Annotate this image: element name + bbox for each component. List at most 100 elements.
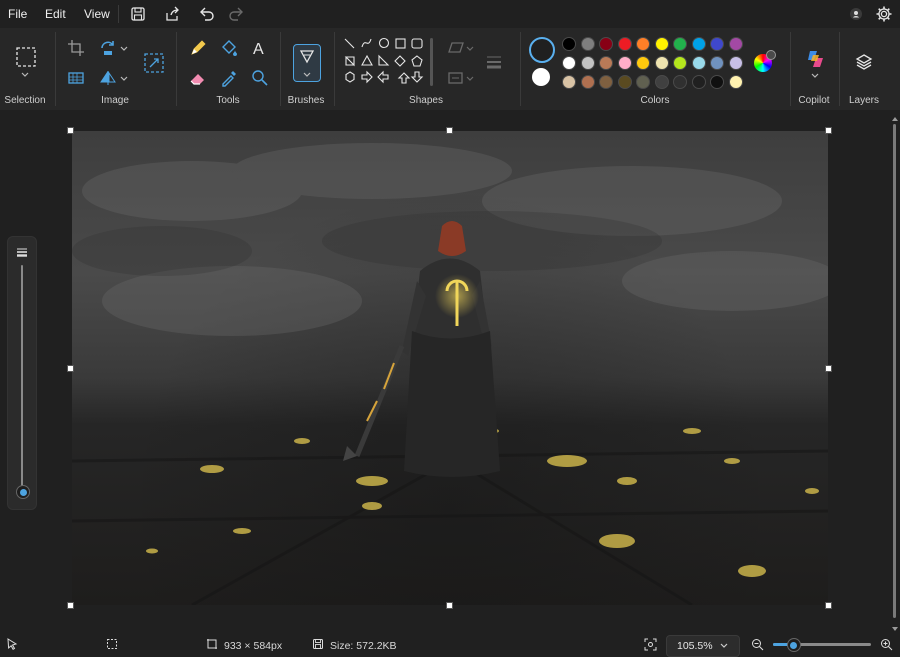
edit-colors-rainbow-icon[interactable] xyxy=(754,50,776,72)
layers-icon[interactable] xyxy=(854,52,874,72)
ribbon-divider xyxy=(55,32,56,106)
color-swatch[interactable] xyxy=(654,56,669,70)
color-swatch[interactable] xyxy=(562,37,576,51)
scroll-up-arrow-icon[interactable] xyxy=(891,112,899,121)
color-swatch[interactable] xyxy=(580,37,595,51)
undo-icon[interactable] xyxy=(196,4,216,24)
color-swatch[interactable] xyxy=(710,56,724,70)
color-swatch[interactable] xyxy=(599,56,613,70)
painting-image xyxy=(72,143,828,605)
color-swatch[interactable] xyxy=(691,56,706,70)
outline-chevron-down-icon[interactable] xyxy=(465,43,475,53)
zoom-level-dropdown[interactable]: 105.5% xyxy=(666,635,740,657)
color-swatch[interactable] xyxy=(599,37,613,51)
group-label-brushes: Brushes xyxy=(287,95,325,106)
fill-chevron-down-icon[interactable] xyxy=(465,73,475,83)
fit-to-window-icon[interactable] xyxy=(644,638,657,651)
color-swatch[interactable] xyxy=(580,56,595,70)
color-swatch[interactable] xyxy=(728,75,743,89)
color-swatch[interactable] xyxy=(654,75,669,89)
color-picker-icon[interactable] xyxy=(219,68,239,88)
brush-size-slider-panel xyxy=(7,236,37,510)
menu-edit[interactable]: Edit xyxy=(45,7,66,21)
magnifier-icon[interactable] xyxy=(250,68,270,88)
selection-size-icon xyxy=(106,638,118,650)
color-swatch[interactable] xyxy=(599,75,613,89)
primary-color-swatch[interactable] xyxy=(529,37,555,63)
color-swatch[interactable] xyxy=(673,56,687,70)
scroll-down-arrow-icon[interactable] xyxy=(891,622,899,631)
rotate-icon[interactable] xyxy=(98,38,118,58)
copilot-icon[interactable] xyxy=(804,48,826,70)
eraser-icon[interactable] xyxy=(188,68,208,88)
fill-bucket-icon[interactable] xyxy=(219,38,239,58)
color-swatch[interactable] xyxy=(562,75,576,89)
color-swatch[interactable] xyxy=(728,37,743,51)
crop-icon[interactable] xyxy=(66,38,86,58)
resize-handle-right[interactable] xyxy=(825,365,832,372)
color-swatch[interactable] xyxy=(617,56,632,70)
shapes-gallery[interactable] xyxy=(340,34,434,90)
resize-handle-bottom-right[interactable] xyxy=(825,602,832,609)
copilot-chevron-down-icon[interactable] xyxy=(810,70,820,80)
drawing-canvas[interactable] xyxy=(72,131,828,605)
image-effects-icon[interactable] xyxy=(66,68,86,88)
zoom-slider-thumb[interactable] xyxy=(786,638,801,652)
edit-colors-plus-icon xyxy=(766,50,776,60)
shapes-scrollbar[interactable] xyxy=(430,38,433,86)
color-swatch[interactable] xyxy=(728,56,743,70)
zoom-slider-track[interactable] xyxy=(773,638,871,652)
color-swatch[interactable] xyxy=(617,37,632,51)
shape-outline-icon[interactable] xyxy=(446,38,466,58)
save-icon[interactable] xyxy=(128,4,148,24)
zoom-out-icon[interactable] xyxy=(751,638,764,651)
resize-handle-left[interactable] xyxy=(67,365,74,372)
color-swatch[interactable] xyxy=(562,56,576,70)
brush-selector-button[interactable] xyxy=(293,44,321,82)
shape-fill-icon[interactable] xyxy=(446,68,466,88)
color-swatch[interactable] xyxy=(617,75,632,89)
brush-size-thumb-dot xyxy=(19,488,27,496)
color-swatch[interactable] xyxy=(636,37,650,51)
brush-icon xyxy=(297,48,317,68)
vertical-scrollbar[interactable] xyxy=(892,112,898,632)
pencil-icon[interactable] xyxy=(188,38,208,58)
color-swatch[interactable] xyxy=(691,37,706,51)
color-swatch[interactable] xyxy=(691,75,706,89)
scrollbar-thumb[interactable] xyxy=(893,124,896,618)
rotate-chevron-down-icon[interactable] xyxy=(119,43,129,53)
menu-bar: File Edit View xyxy=(0,0,900,28)
menu-view[interactable]: View xyxy=(84,7,110,21)
color-swatch[interactable] xyxy=(710,37,724,51)
share-icon[interactable] xyxy=(162,4,182,24)
resize-handle-bottom-left[interactable] xyxy=(67,602,74,609)
text-tool-icon[interactable]: A xyxy=(250,38,270,58)
color-swatch[interactable] xyxy=(654,37,669,51)
brush-chevron-down-icon xyxy=(302,69,312,79)
selection-chevron-down-icon[interactable] xyxy=(20,69,30,79)
canvas-dimensions-text: 933 × 584px xyxy=(224,640,283,652)
secondary-color-swatch[interactable] xyxy=(532,68,550,86)
color-swatch[interactable] xyxy=(580,75,595,89)
redo-icon[interactable] xyxy=(227,4,247,24)
resize-image-icon[interactable] xyxy=(143,52,165,74)
account-icon[interactable] xyxy=(848,6,864,22)
color-swatch[interactable] xyxy=(710,75,724,89)
color-swatch[interactable] xyxy=(636,75,650,89)
line-width-icon[interactable] xyxy=(484,52,504,72)
flip-icon[interactable] xyxy=(98,68,118,88)
selection-rectangle-icon[interactable] xyxy=(15,46,37,68)
flip-chevron-down-icon[interactable] xyxy=(119,73,129,83)
settings-gear-icon[interactable] xyxy=(874,4,894,24)
brush-size-thumb[interactable] xyxy=(16,485,30,499)
resize-handle-top-left[interactable] xyxy=(67,127,74,134)
resize-handle-top[interactable] xyxy=(446,127,453,134)
brush-size-track[interactable] xyxy=(21,265,23,491)
color-swatch[interactable] xyxy=(673,37,687,51)
resize-handle-bottom[interactable] xyxy=(446,602,453,609)
color-swatch[interactable] xyxy=(673,75,687,89)
color-swatch[interactable] xyxy=(636,56,650,70)
zoom-in-icon[interactable] xyxy=(880,638,893,651)
menu-file[interactable]: File xyxy=(8,7,27,21)
resize-handle-top-right[interactable] xyxy=(825,127,832,134)
